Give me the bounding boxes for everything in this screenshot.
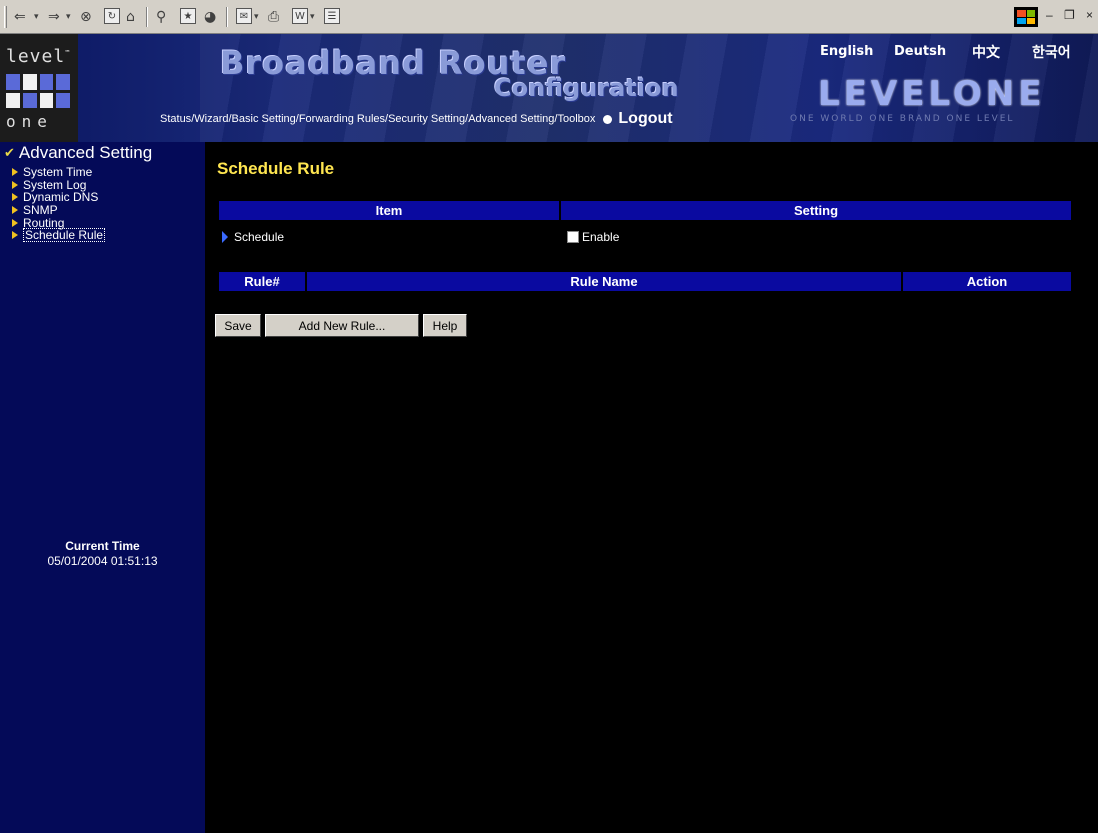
logo-grid-icon [6,74,70,108]
nav-basic-setting[interactable]: Basic Setting [232,113,296,125]
sidebar-item-label: SNMP [23,203,58,218]
top-nav: Status / Wizard / Basic Setting / Forwardin… [160,110,673,128]
sidebar-item-label: Dynamic DNS [23,190,99,205]
back-icon[interactable]: ⇐ [14,8,26,26]
column-header-action: Action [903,272,1071,291]
levelone-logo: level™ one [0,34,78,142]
sidebar-item-snmp[interactable]: SNMP [12,204,105,217]
forward-dropdown-icon[interactable]: ▾ [66,8,71,26]
discuss-icon[interactable]: ☰ [324,8,340,24]
arrow-right-icon [12,231,18,240]
current-time-value: 05/01/2004 01:51:13 [47,554,158,568]
brand-tagline: ONE WORLD ONE BRAND ONE LEVEL [790,114,1015,124]
sidebar-item-label: Routing [23,215,65,230]
sidebar-item-system-time[interactable]: System Time [12,166,105,179]
browser-toolbar: ⇐ ▾ ⇒ ▾ ⊗ ↻ ⌂ ⚲ ★ ◕ ✉ ▾ ⎙ W ▾ ☰ – ❐ × [0,0,1098,34]
logout-bullet-icon [603,114,613,124]
favorites-icon[interactable]: ★ [180,8,196,24]
windows-logo-icon [1014,7,1038,27]
edit-dropdown-icon[interactable]: ▾ [310,8,315,26]
schedule-enable-label: Enable [582,230,620,244]
lang-english-link[interactable]: English [820,44,873,59]
restore-icon[interactable]: ❐ [1064,8,1075,22]
logout-link[interactable]: Logout [618,110,672,128]
logo-tm: ™ [65,49,71,57]
sidebar-item-system-log[interactable]: System Log [12,179,105,192]
nav-advanced-setting[interactable]: Advanced Setting [468,113,554,125]
nav-security-setting[interactable]: Security Setting [388,113,465,125]
save-button[interactable]: Save [215,314,261,337]
banner-subtitle: Configuration [494,74,679,102]
schedule-enable-field: Enable [567,230,619,244]
sidebar: ✔ Advanced Setting System Time System Lo… [0,142,205,833]
close-icon[interactable]: × [1086,8,1093,22]
column-header-rule-number: Rule# [219,272,305,291]
schedule-row-label: Schedule [222,230,284,244]
forward-icon[interactable]: ⇒ [48,8,60,26]
sidebar-title-label: Advanced Setting [18,143,153,162]
arrow-right-icon [12,206,18,215]
arrow-right-icon [12,168,18,177]
nav-toolbox[interactable]: Toolbox [557,113,595,125]
home-icon[interactable]: ⌂ [126,8,135,26]
sidebar-menu: System Time System Log Dynamic DNS SNMP … [12,166,106,243]
sidebar-item-dynamic-dns[interactable]: Dynamic DNS [12,191,105,204]
toolbar-grip [4,6,7,28]
back-dropdown-icon[interactable]: ▾ [34,8,39,26]
main-content: Schedule Rule Item Setting Schedule Enab… [205,142,1098,833]
current-time-label: Current Time [65,539,140,553]
mail-dropdown-icon[interactable]: ▾ [254,8,259,26]
column-header-setting: Setting [561,201,1071,220]
sidebar-item-schedule-rule[interactable]: Schedule Rule [12,228,106,243]
minimize-icon[interactable]: – [1046,8,1053,22]
history-icon[interactable]: ◕ [204,8,216,26]
schedule-enable-checkbox[interactable] [567,231,579,243]
logo-text-one: one [6,112,53,131]
checkmark-icon: ✔ [4,145,15,161]
sidebar-item-label: System Log [23,177,87,192]
add-new-rule-button[interactable]: Add New Rule... [265,314,419,337]
nav-status[interactable]: Status [160,113,191,125]
logo-text-level: level [6,46,66,67]
nav-wizard[interactable]: Wizard [194,113,228,125]
edit-icon[interactable]: W [292,8,308,24]
stop-icon[interactable]: ⊗ [80,8,92,26]
toolbar-separator [226,7,228,27]
lang-korean-link[interactable]: 한국어 [1032,42,1071,62]
arrow-right-icon [222,231,228,243]
page-title: Schedule Rule [217,159,335,178]
brand-logo: LEVELONE [818,74,1046,114]
column-header-rule-name: Rule Name [307,272,901,291]
arrow-right-icon [12,193,18,202]
mail-icon[interactable]: ✉ [236,8,252,24]
sidebar-section-title[interactable]: ✔ Advanced Setting [4,143,152,163]
arrow-right-icon [12,180,18,189]
arrow-right-icon [12,218,18,227]
lang-chinese-link[interactable]: 中文 [972,42,1000,62]
lang-deutsch-link[interactable]: Deutsh [894,44,946,59]
search-icon[interactable]: ⚲ [156,8,166,26]
schedule-label: Schedule [234,230,285,244]
nav-forwarding-rules[interactable]: Forwarding Rules [299,113,385,125]
toolbar-separator [146,7,148,27]
column-header-item: Item [219,201,559,220]
sidebar-item-routing[interactable]: Routing [12,216,105,229]
sidebar-item-label: Schedule Rule [23,228,106,243]
print-icon[interactable]: ⎙ [268,8,279,26]
sidebar-item-label: System Time [23,165,93,180]
help-button[interactable]: Help [423,314,467,337]
refresh-icon[interactable]: ↻ [104,8,120,24]
